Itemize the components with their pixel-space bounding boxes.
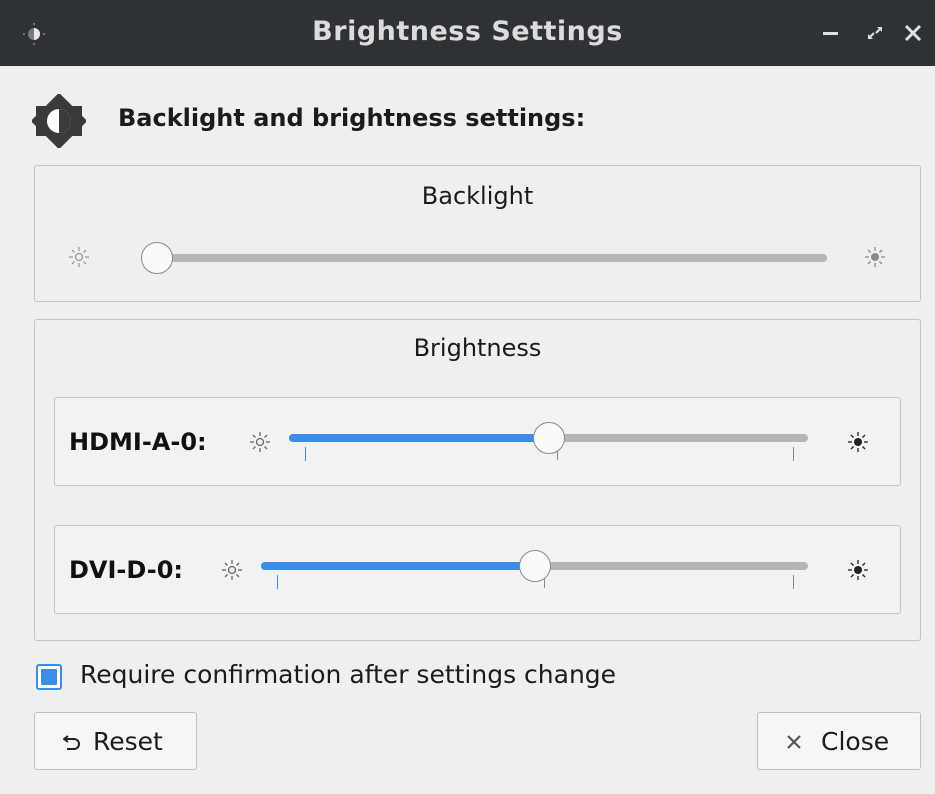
close-icon xyxy=(787,735,801,749)
backlight-title: Backlight xyxy=(421,182,534,210)
hdmi-slider-handle[interactable] xyxy=(532,422,565,454)
window-title: Brightness Settings xyxy=(312,16,623,47)
close-label: Close xyxy=(821,727,890,756)
confirm-label[interactable]: Require confirmation after settings chan… xyxy=(80,660,616,689)
close-button[interactable]: Close xyxy=(757,712,921,770)
minimize-icon[interactable] xyxy=(818,20,844,46)
header-title: Backlight and brightness settings: xyxy=(118,104,586,132)
output-label: DVI-D-0: xyxy=(69,556,184,584)
sun-dim-icon xyxy=(250,432,270,452)
close-icon[interactable] xyxy=(900,20,926,46)
checkbox-check-mark xyxy=(41,669,57,685)
min-tick xyxy=(305,447,306,461)
brightness-group: Brightness HDMI-A-0: DVI-D-0: xyxy=(34,319,921,641)
brightness-contrast-icon xyxy=(32,94,86,148)
sun-bright-icon xyxy=(865,247,885,267)
min-tick xyxy=(277,575,278,589)
max-tick xyxy=(793,575,794,589)
output-label: HDMI-A-0: xyxy=(69,428,207,456)
reset-button[interactable]: Reset xyxy=(34,712,197,770)
undo-icon xyxy=(63,735,80,750)
backlight-slider-track[interactable] xyxy=(141,254,827,262)
title-bar[interactable]: Brightness Settings xyxy=(0,0,935,66)
reset-label: Reset xyxy=(93,727,163,756)
brightness-settings-window: Brightness Settings Backlight and bright… xyxy=(0,0,935,794)
backlight-slider-handle[interactable] xyxy=(141,242,173,274)
sun-bright-icon xyxy=(848,560,868,580)
maximize-icon[interactable] xyxy=(862,20,888,46)
dvi-slider-fill xyxy=(261,562,535,570)
hdmi-slider-fill xyxy=(289,434,549,442)
confirm-checkbox[interactable] xyxy=(36,664,62,690)
sun-dim-icon xyxy=(69,247,89,267)
output-row-hdmi: HDMI-A-0: xyxy=(54,397,901,486)
sun-bright-icon xyxy=(848,432,868,452)
mid-tick xyxy=(544,578,545,588)
brightness-title: Brightness xyxy=(413,334,542,362)
dvi-slider-handle[interactable] xyxy=(518,550,551,582)
sun-dim-icon xyxy=(222,560,242,580)
max-tick xyxy=(793,447,794,461)
backlight-group: Backlight xyxy=(34,165,921,302)
output-row-dvi: DVI-D-0: xyxy=(54,525,901,614)
